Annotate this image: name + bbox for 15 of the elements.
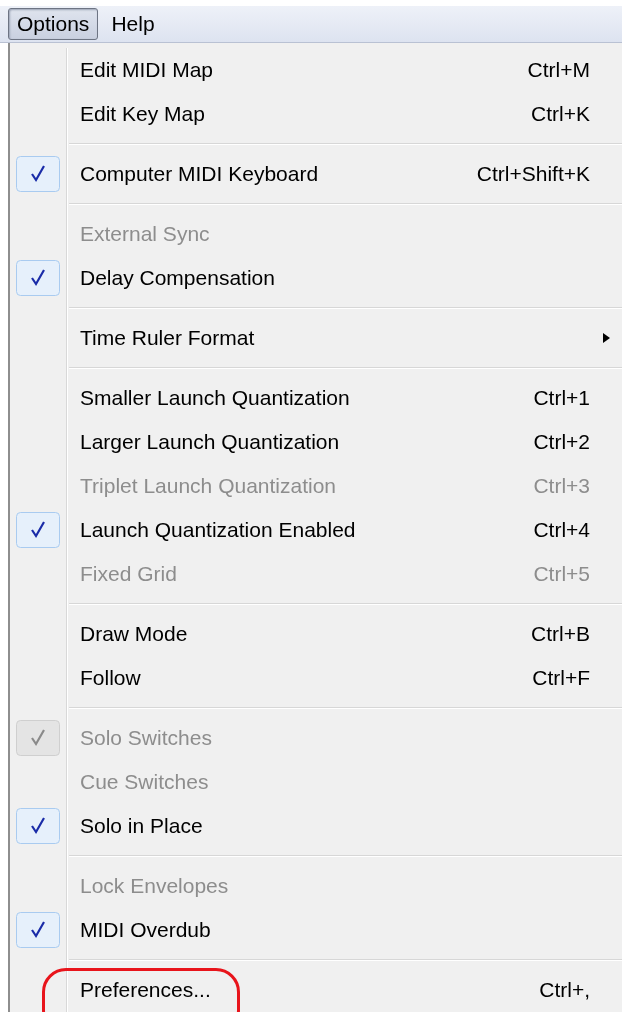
menu-item[interactable]: Edit MIDI Map Ctrl+M (67, 58, 622, 82)
menu-item[interactable]: MIDI Overdub (67, 918, 622, 942)
menu-bar-item[interactable]: Options (8, 8, 99, 40)
menu-item[interactable]: Larger Launch Quantization Ctrl+2 (67, 430, 622, 454)
menu-item[interactable]: Delay Compensation (67, 266, 622, 290)
menu-item[interactable]: Launch Quantization Enabled Ctrl+4 (67, 518, 622, 542)
menu-bar-item[interactable]: Help (102, 8, 164, 40)
menu-item[interactable]: Edit Key Map Ctrl+K (67, 102, 622, 126)
menu-item[interactable]: Time Ruler Format (67, 326, 622, 350)
menu-item[interactable]: Follow Ctrl+F (67, 666, 622, 690)
menu-item[interactable]: Solo in Place (67, 814, 622, 838)
menu-item[interactable]: Smaller Launch Quantization Ctrl+1 (67, 386, 622, 410)
menu-item[interactable]: Computer MIDI Keyboard Ctrl+Shift+K (67, 162, 622, 186)
menu-item[interactable]: Preferences... Ctrl+, (67, 978, 622, 1002)
menu-item[interactable]: Draw Mode Ctrl+B (67, 622, 622, 646)
